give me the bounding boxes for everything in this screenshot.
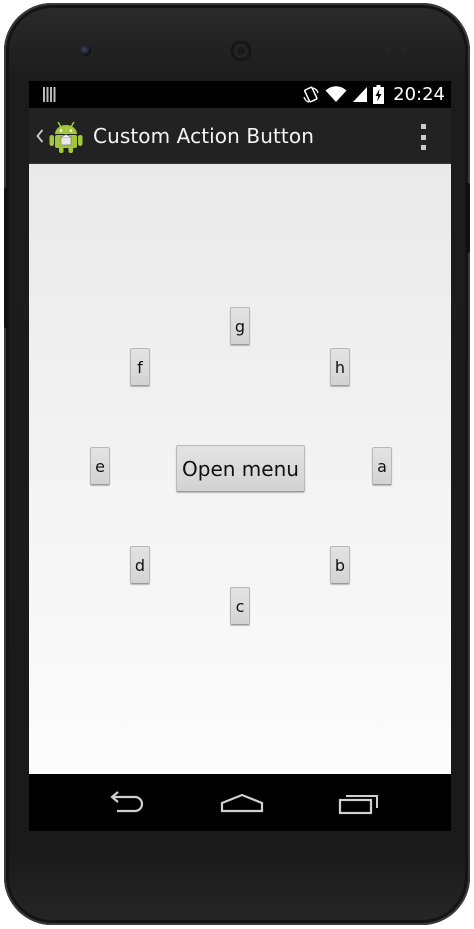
menu-item-g-button[interactable]: g	[230, 307, 250, 345]
menu-item-h-button[interactable]: h	[330, 348, 350, 386]
phone-frame: 20:24 Custom Action Button g f h e Open …	[4, 3, 470, 925]
recents-icon[interactable]	[334, 784, 384, 822]
proximity-sensor	[384, 46, 391, 53]
menu-item-b-button[interactable]: b	[330, 546, 350, 584]
earpiece-speaker	[229, 39, 253, 63]
navigation-bar	[29, 774, 451, 831]
menu-item-c-button[interactable]: c	[230, 587, 250, 625]
screen: 20:24 Custom Action Button g f h e Open …	[29, 81, 451, 831]
status-bar: 20:24	[29, 81, 451, 108]
status-icons: 20:24	[302, 81, 445, 108]
main-content: g f h e Open menu a d b c	[29, 164, 451, 774]
action-bar: Custom Action Button	[29, 108, 451, 164]
menu-item-a-button[interactable]: a	[372, 447, 392, 485]
front-camera	[80, 45, 91, 56]
battery-charging-icon	[373, 85, 385, 104]
chevron-left-icon[interactable]	[32, 128, 48, 143]
volume-button	[4, 188, 8, 328]
rotate-icon	[302, 86, 320, 104]
android-robot-icon[interactable]	[48, 118, 84, 154]
open-menu-button[interactable]: Open menu	[176, 445, 305, 492]
power-button	[466, 183, 470, 253]
back-icon[interactable]	[99, 784, 149, 822]
home-icon[interactable]	[214, 784, 269, 822]
status-time: 20:24	[393, 84, 445, 105]
wifi-icon	[325, 86, 347, 103]
signal-icon	[352, 86, 368, 103]
light-sensor	[400, 46, 407, 53]
app-title: Custom Action Button	[93, 123, 314, 148]
menu-item-f-button[interactable]: f	[130, 348, 150, 386]
overflow-menu-icon[interactable]	[419, 124, 427, 150]
menu-item-e-button[interactable]: e	[90, 447, 110, 485]
menu-item-d-button[interactable]: d	[130, 546, 150, 584]
notification-bars-icon	[43, 87, 56, 102]
